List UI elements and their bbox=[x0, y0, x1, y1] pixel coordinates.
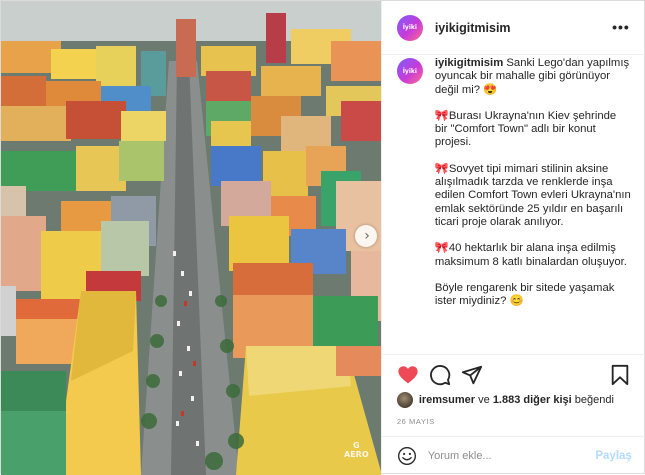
aerial-city-image bbox=[1, 1, 381, 475]
post-comment-button[interactable]: Paylaş bbox=[595, 450, 631, 462]
post-photo[interactable]: › G AERO bbox=[1, 1, 381, 475]
chevron-right-icon: › bbox=[364, 228, 370, 244]
caption-avatar[interactable]: İyiki bbox=[396, 58, 423, 84]
caption-paragraph: 🎀Sovyet tipi mimari stilinin aksine alış… bbox=[434, 162, 631, 228]
bookmark-icon[interactable] bbox=[609, 364, 631, 386]
next-photo-button[interactable]: › bbox=[355, 225, 377, 247]
post-date[interactable]: 26 MAYIS bbox=[397, 417, 632, 426]
post-sidebar: İyiki iyikigitmisim ••• İyiki iyikigitmi… bbox=[380, 1, 645, 475]
heart-icon[interactable] bbox=[397, 364, 419, 386]
caption: İyiki iyikigitmisim Sanki Lego'dan yapıl… bbox=[396, 57, 632, 308]
photo-watermark: G AERO bbox=[344, 441, 369, 459]
smiley-icon[interactable] bbox=[397, 446, 417, 466]
caption-text: iyikigitmisim Sanki Lego'dan yapılmış oy… bbox=[435, 57, 632, 308]
caption-username[interactable]: iyikigitmisim bbox=[435, 57, 503, 69]
likes-summary: iremsumer ve 1.883 diğer kişi beğendi bbox=[396, 391, 632, 409]
caption-paragraph: iyikigitmisim Sanki Lego'dan yapılmış oy… bbox=[434, 57, 630, 96]
liker-avatar[interactable] bbox=[396, 392, 413, 408]
avatar-text: İyiki bbox=[402, 24, 417, 31]
action-bar: iremsumer ve 1.883 diğer kişi beğendi 26… bbox=[381, 354, 645, 426]
others-link[interactable]: 1.883 diğer kişi bbox=[493, 394, 572, 406]
comment-area: İyiki iyikigitmisim Sanki Lego'dan yapıl… bbox=[382, 56, 645, 354]
action-icons bbox=[397, 355, 632, 391]
comment-input[interactable] bbox=[427, 450, 588, 462]
comment-icon[interactable] bbox=[429, 364, 451, 386]
instagram-post: › G AERO İyiki iyikigitmisim ••• İyiki iy… bbox=[0, 0, 645, 475]
caption-paragraph: 🎀Burası Ukrayna'nın Kiev şehrinde bir "C… bbox=[434, 109, 617, 149]
share-icon[interactable] bbox=[461, 364, 483, 386]
caption-paragraph: Böyle rengarenk bir sitede yaşamak ister… bbox=[434, 281, 615, 308]
liker-username[interactable]: iremsumer bbox=[419, 394, 475, 406]
post-header: İyiki iyikigitmisim ••• bbox=[381, 1, 645, 55]
more-options-icon[interactable]: ••• bbox=[612, 19, 630, 35]
avatar[interactable]: İyiki bbox=[396, 14, 423, 41]
comment-box: Paylaş bbox=[381, 436, 645, 475]
header-username[interactable]: iyikigitmisim bbox=[435, 21, 511, 35]
caption-paragraph: 🎀40 hektarlık bir alana inşa edilmiş mak… bbox=[434, 242, 627, 268]
